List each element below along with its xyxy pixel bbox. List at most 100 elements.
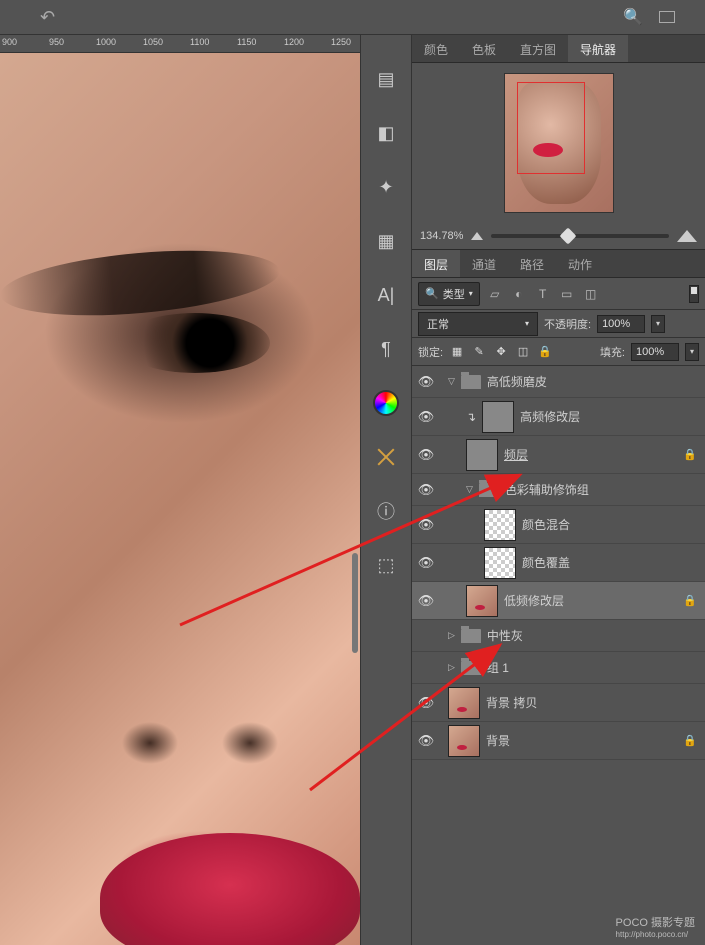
filter-image-icon[interactable]: ▱ [486,285,504,303]
filter-type-select[interactable]: 🔍类型▾ [418,282,480,306]
layer-name-label[interactable]: 颜色混合 [522,516,701,533]
canvas-scrollbar[interactable] [352,553,358,653]
filter-label: 类型 [443,286,465,302]
nav-tab-0[interactable]: 颜色 [412,35,460,62]
lock-all-icon[interactable]: 🔒 [537,344,553,360]
navigator-thumbnail [504,73,614,213]
layer-row[interactable]: 👁频层🔒 [412,436,705,474]
color-wheel-icon[interactable] [370,387,402,419]
group-toggle-icon[interactable]: ▷ [448,630,455,641]
layers-tab-1[interactable]: 通道 [460,250,508,277]
lock-paint-icon[interactable]: ✎ [471,344,487,360]
group-toggle-icon[interactable]: ▽ [448,376,455,387]
layer-thumbnail[interactable] [482,401,514,433]
blend-mode-select[interactable]: 正常 ▾ [418,312,538,336]
layer-row[interactable]: 👁背景🔒 [412,722,705,760]
nav-tab-3[interactable]: 导航器 [568,35,628,62]
visibility-eye-icon[interactable]: 👁 [416,555,436,571]
zoom-in-icon[interactable] [677,230,697,242]
layer-thumbnail[interactable] [448,725,480,757]
swatches-icon[interactable]: ▦ [370,225,402,257]
layer-name-label[interactable]: 频层 [504,446,677,463]
visibility-eye-icon[interactable]: 👁 [416,447,436,463]
fill-dropdown-icon[interactable]: ▾ [685,343,699,361]
opacity-input[interactable]: 100% [597,315,645,333]
undo-icon[interactable]: ↶ [40,7,55,28]
lock-artboard-icon[interactable]: ◫ [515,344,531,360]
view-mode-icon[interactable] [659,11,675,23]
lock-row: 锁定: ▦ ✎ ✥ ◫ 🔒 填充: 100% ▾ [412,338,705,366]
layers-tab-0[interactable]: 图层 [412,250,460,277]
layer-name-label[interactable]: 高频修改层 [520,408,701,425]
layer-name-label[interactable]: 背景 [486,732,677,749]
filter-shape-icon[interactable]: ▭ [558,285,576,303]
ruler-tool-icon[interactable]: ◧ [370,117,402,149]
canvas-area: 900950100010501100115012001250 [0,35,360,945]
zoom-value[interactable]: 134.78% [420,230,463,242]
lock-trans-icon[interactable]: ▦ [449,344,465,360]
layer-thumbnail[interactable] [448,687,480,719]
search-icon[interactable]: 🔍 [623,7,643,27]
layer-group-row[interactable]: ▷ 中性灰 [412,620,705,652]
paragraph-icon[interactable]: ¶ [370,333,402,365]
fill-input[interactable]: 100% [631,343,679,361]
lock-move-icon[interactable]: ✥ [493,344,509,360]
type-a-icon[interactable]: A| [370,279,402,311]
layer-group-row[interactable]: ▷ 组 1 [412,652,705,684]
fill-label: 填充: [600,344,625,360]
layer-row[interactable]: 👁 颜色混合 [412,506,705,544]
layer-name-label[interactable]: 背景 拷贝 [486,694,701,711]
layer-row[interactable]: 👁 背景 拷贝 [412,684,705,722]
info-icon[interactable]: ⓘ [370,495,402,527]
layer-group-row[interactable]: 👁 ▽ 高低频磨皮 [412,366,705,398]
crossed-tools-icon[interactable] [370,441,402,473]
zoom-slider[interactable] [491,234,669,238]
layer-row[interactable]: 👁低频修改层🔒 [412,582,705,620]
layer-name-label[interactable]: 颜色覆盖 [522,554,701,571]
layer-thumbnail[interactable] [484,509,516,541]
filter-toggle[interactable] [689,285,699,303]
folder-icon [461,661,481,675]
ruler-mark: 1150 [237,37,256,47]
navigator-viewport-box[interactable] [517,82,585,174]
ruler-horizontal: 900950100010501100115012001250 [0,35,360,53]
layer-thumbnail[interactable] [466,585,498,617]
nav-tab-1[interactable]: 色板 [460,35,508,62]
group-toggle-icon[interactable]: ▽ [466,484,473,495]
visibility-eye-icon[interactable]: 👁 [416,409,436,425]
zoom-out-icon[interactable] [471,232,483,240]
group-toggle-icon[interactable]: ▷ [448,662,455,673]
canvas-image[interactable] [0,53,360,945]
layer-thumbnail[interactable] [466,439,498,471]
visibility-eye-icon[interactable]: 👁 [416,733,436,749]
layer-thumbnail[interactable] [484,547,516,579]
layer-row[interactable]: 👁 颜色覆盖 [412,544,705,582]
filter-adjust-icon[interactable]: ◐ [510,285,528,303]
layers-tab-2[interactable]: 路径 [508,250,556,277]
opacity-dropdown-icon[interactable]: ▾ [651,315,665,333]
visibility-eye-icon[interactable]: 👁 [416,374,436,390]
nav-tab-2[interactable]: 直方图 [508,35,568,62]
layer-row[interactable]: 👁↴高频修改层 [412,398,705,436]
layer-name-label[interactable]: 高低频磨皮 [487,373,701,390]
ruler-mark: 1200 [284,37,304,47]
visibility-eye-icon[interactable]: 👁 [416,482,436,498]
histogram-icon[interactable]: ▤ [370,63,402,95]
navigator-thumb-area[interactable] [412,63,705,223]
layer-name-label[interactable]: 低频修改层 [504,592,677,609]
cube-icon[interactable]: ⬚ [370,549,402,581]
visibility-eye-icon[interactable]: 👁 [416,593,436,609]
filter-smart-icon[interactable]: ◫ [582,285,600,303]
layer-name-label[interactable]: 组 1 [487,659,701,676]
blend-mode-row: 正常 ▾ 不透明度: 100% ▾ [412,310,705,338]
visibility-eye-icon[interactable]: 👁 [416,695,436,711]
visibility-eye-icon[interactable]: 👁 [416,517,436,533]
brush-icon[interactable]: ✦ [370,171,402,203]
ruler-mark: 1000 [96,37,116,47]
filter-type-icon[interactable]: T [534,285,552,303]
layer-name-label[interactable]: 中性灰 [487,627,701,644]
layer-name-label[interactable]: 色彩辅助修饰组 [505,481,701,498]
layer-group-row[interactable]: 👁 ▽ 色彩辅助修饰组 [412,474,705,506]
main-area: 900950100010501100115012001250 ▤ ◧ ✦ ▦ A… [0,35,705,945]
layers-tab-3[interactable]: 动作 [556,250,604,277]
